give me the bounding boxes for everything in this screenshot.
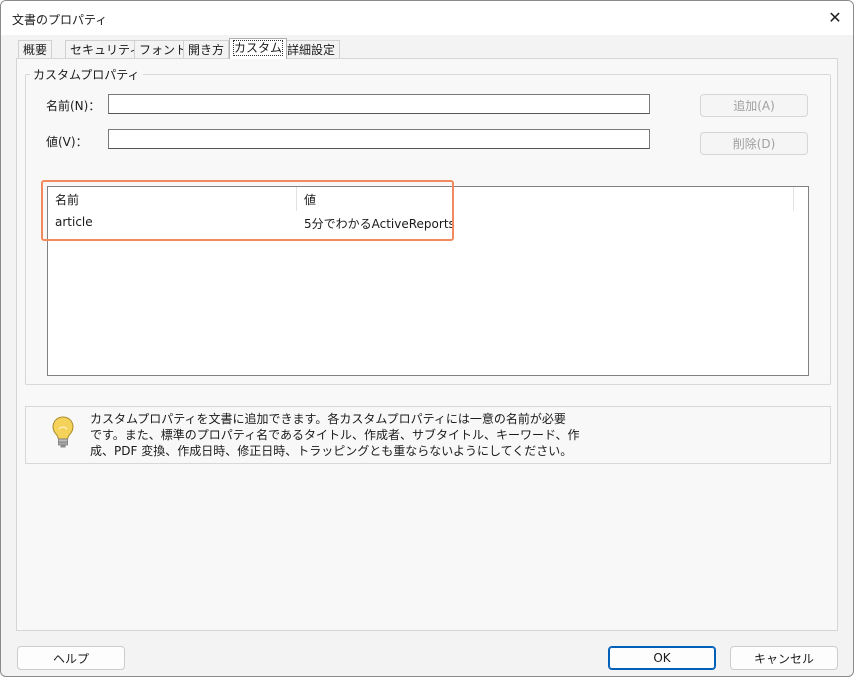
close-icon: ✕ [828,7,842,27]
delete-button[interactable]: 削除(D) [700,132,808,155]
column-header-value[interactable]: 値 [304,191,316,208]
ok-button[interactable]: OK [608,646,716,670]
lightbulb-icon [52,416,74,448]
cancel-button[interactable]: キャンセル [730,646,838,670]
value-label: 値(V)： [46,135,88,149]
column-separator[interactable] [793,187,794,211]
document-properties-dialog: 文書のプロパティ ✕ 概要 セキュリティ フォント 開き方 カスタム 詳細設定 … [0,0,854,677]
title-bar: 文書のプロパティ ✕ [1,1,853,35]
help-button[interactable]: ヘルプ [17,646,125,670]
add-button[interactable]: 追加(A) [700,94,808,117]
tab-open[interactable]: 開き方 [183,40,230,58]
tab-custom[interactable]: カスタム [229,38,288,59]
column-separator[interactable] [296,187,297,211]
list-header: 名前 値 [48,187,808,211]
name-input[interactable] [108,94,650,114]
custom-properties-list[interactable]: 名前 値 article 5分でわかるActiveReports [47,186,809,376]
value-input[interactable] [108,129,650,149]
info-text-line-3: 成、PDF 変換、作成日時、修正日時、トラッピングとも重ならないようにしてくださ… [90,444,573,458]
info-text-line-2: です。また、標準のプロパティ名であるタイトル、作成者、サブタイトル、キーワード、… [90,428,580,442]
tab-advanced[interactable]: 詳細設定 [282,40,341,58]
window-title: 文書のプロパティ [12,13,108,27]
column-header-name[interactable]: 名前 [55,191,79,208]
name-label: 名前(N)： [46,99,101,113]
info-text-line-1: カスタムプロパティを文書に追加できます。各カスタムプロパティには一意の名前が必要 [90,412,566,426]
row-value-cell: 5分でわかるActiveReports [304,217,455,231]
close-button[interactable]: ✕ [819,3,851,31]
row-name-cell: article [55,215,93,229]
group-title: カスタムプロパティ [30,66,143,83]
tab-summary[interactable]: 概要 [18,40,53,58]
